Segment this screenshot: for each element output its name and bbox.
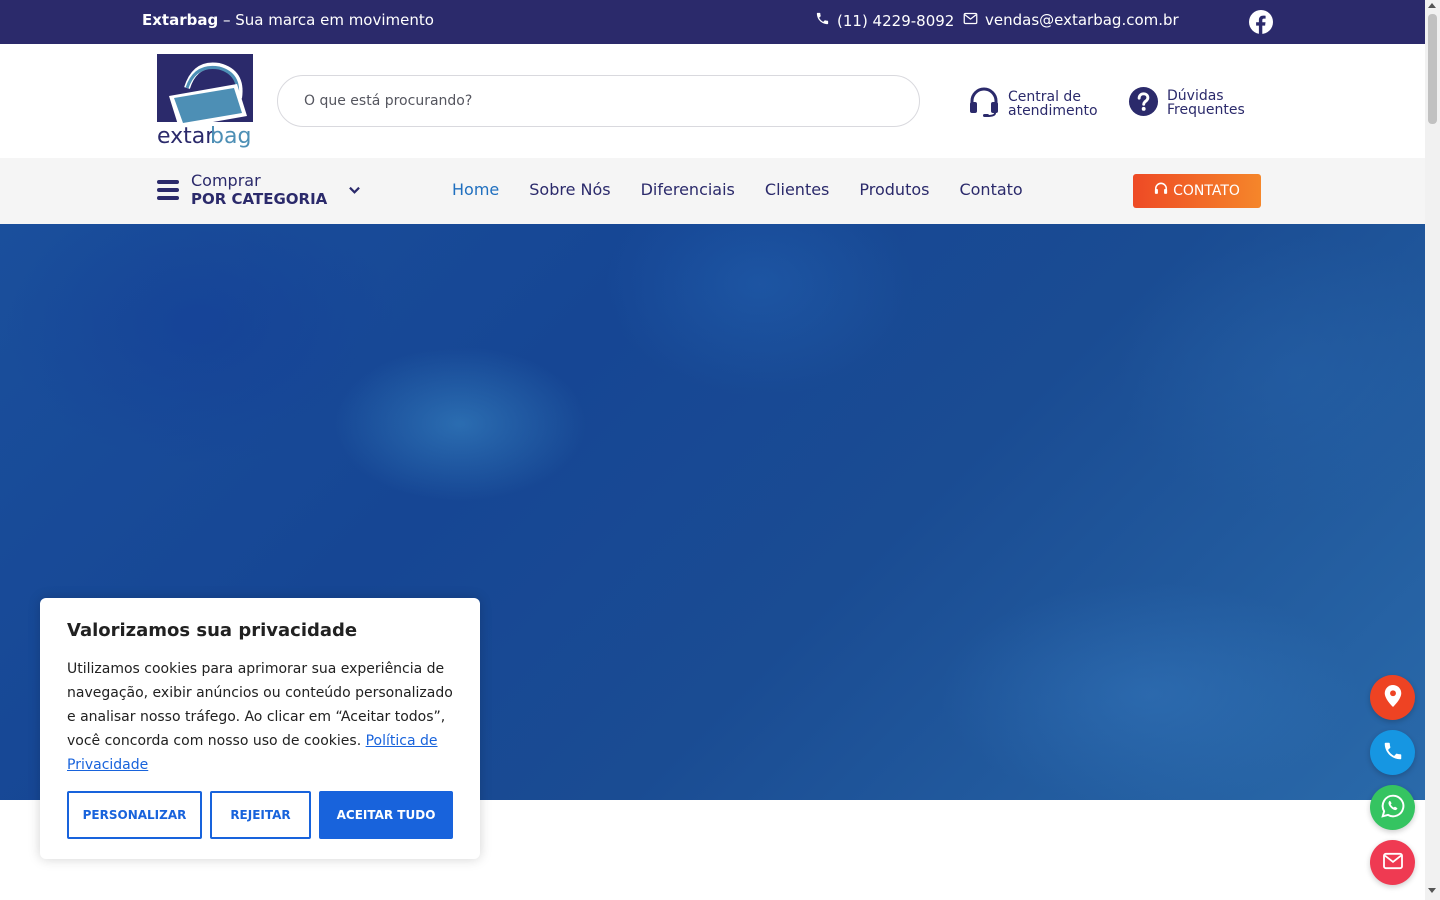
category-label-line1: Comprar <box>191 171 261 190</box>
header: extar bag Central deatendimento DúvidasF… <box>0 44 1425 158</box>
nav-menu: Home Sobre Nós Diferenciais Clientes Pro… <box>452 180 1023 199</box>
contact-button[interactable]: CONTATO <box>1133 174 1261 208</box>
brand-tagline: – Sua marca em movimento <box>218 11 434 29</box>
support-label-line2: atendimento <box>1008 102 1098 119</box>
search-input[interactable] <box>304 93 919 109</box>
nav-item-produtos[interactable]: Produtos <box>859 180 929 199</box>
whatsapp-button[interactable] <box>1370 785 1415 830</box>
cookie-dialog-title: Valorizamos sua privacidade <box>67 620 358 641</box>
map-pin-icon <box>1384 684 1402 711</box>
brand-name: Extarbag <box>142 11 219 29</box>
logo-text-extar: extar <box>157 124 215 149</box>
category-menu-toggle[interactable]: Comprar POR CATEGORIA <box>157 171 361 208</box>
nav-item-clientes[interactable]: Clientes <box>765 180 830 199</box>
accept-all-button[interactable]: ACEITAR TUDO <box>319 791 453 839</box>
whatsapp-icon <box>1380 793 1406 823</box>
nav-item-contato[interactable]: Contato <box>959 180 1022 199</box>
logo-text-bag: bag <box>210 124 251 149</box>
category-label-line2: POR CATEGORIA <box>191 190 328 208</box>
headset-icon <box>968 86 1000 121</box>
mail-icon <box>963 11 978 29</box>
nav-item-sobre-nos[interactable]: Sobre Nós <box>529 180 610 199</box>
top-bar: Extarbag – Sua marca em movimento (11) 4… <box>0 0 1425 44</box>
contact-button-label: CONTATO <box>1173 183 1240 199</box>
customer-support-link[interactable]: Central de atendimento <box>968 86 1098 121</box>
customize-button[interactable]: PERSONALIZAR <box>67 791 202 839</box>
phone-icon <box>815 11 830 30</box>
facebook-icon[interactable] <box>1249 10 1273 34</box>
phone-number: (11) 4229-8092 <box>837 11 955 30</box>
faq-label-line2: Frequentes <box>1167 102 1245 118</box>
call-button[interactable] <box>1370 730 1415 775</box>
topbar-phone-link[interactable]: (11) 4229-8092 <box>815 11 954 30</box>
nav-item-diferenciais[interactable]: Diferenciais <box>641 180 735 199</box>
nav-item-home[interactable]: Home <box>452 180 499 199</box>
support-label-line1: Central de <box>1008 88 1081 105</box>
cookie-dialog-text: Utilizamos cookies para aprimorar sua ex… <box>67 657 453 777</box>
scrollbar-thumb[interactable] <box>1428 14 1437 124</box>
extarbag-logo[interactable]: extar bag <box>157 54 253 150</box>
cookie-consent-dialog: Valorizamos sua privacidade Utilizamos c… <box>40 598 480 859</box>
headset-icon <box>1154 182 1168 200</box>
email-button[interactable] <box>1370 840 1415 885</box>
tagline: Extarbag – Sua marca em movimento <box>142 11 434 29</box>
scroll-down-arrow-icon[interactable] <box>1428 888 1436 893</box>
reject-button[interactable]: REJEITAR <box>210 791 311 839</box>
topbar-email-link[interactable]: vendas@extarbag.com.br <box>963 11 1179 29</box>
question-circle-icon <box>1128 86 1159 120</box>
page-scrollbar[interactable] <box>1425 0 1440 900</box>
main-navigation: Comprar POR CATEGORIA Home Sobre Nós Dif… <box>0 158 1425 224</box>
faq-label-line1: Dúvidas <box>1167 88 1224 104</box>
email-address: vendas@extarbag.com.br <box>985 11 1179 29</box>
chevron-down-icon <box>349 183 361 197</box>
phone-icon <box>1382 740 1404 766</box>
faq-link[interactable]: Dúvidas Frequentes <box>1128 86 1245 120</box>
hamburger-icon <box>157 179 179 201</box>
scroll-up-arrow-icon[interactable] <box>1428 3 1436 8</box>
mail-icon <box>1382 852 1404 874</box>
search-bar[interactable] <box>277 75 920 127</box>
location-button[interactable] <box>1370 675 1415 720</box>
